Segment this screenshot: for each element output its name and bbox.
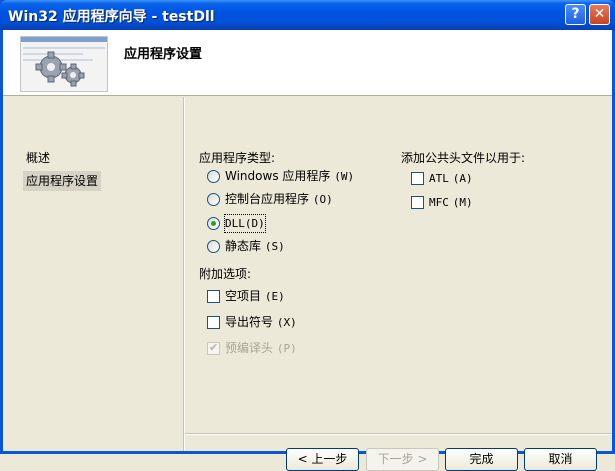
prev-button[interactable]: < 上一步 (286, 448, 359, 471)
help-button[interactable]: ? (565, 4, 586, 25)
settings-panel: 应用程序类型: Windows 应用程序 (W) 控制台应用程序 (O) DLL… (185, 97, 612, 471)
wizard-header: 应用程序设置 (3, 30, 612, 96)
nav-item-app-settings[interactable]: 应用程序设置 (23, 171, 102, 191)
finish-button[interactable]: 完成 (445, 448, 518, 471)
app-type-label: 应用程序类型: (199, 151, 276, 165)
next-button: 下一步 > (366, 448, 439, 471)
extra-options-label: 附加选项: (199, 267, 252, 281)
close-button[interactable]: ✕ (589, 4, 610, 25)
common-headers-label: 添加公共头文件以用于: (401, 151, 526, 165)
checkbox-icon (411, 172, 424, 185)
wizard-window: Win32 应用程序向导 - testDll ? ✕ 应用程序设置 概述 应用程… (0, 0, 615, 471)
dialog-body: 应用程序设置 概述 应用程序设置 应用程序类型: Windows 应用程序 (W… (3, 30, 612, 471)
radio-icon (207, 170, 220, 183)
checkbox-checked-icon: ✔ (207, 341, 220, 355)
radio-selected-icon (207, 217, 220, 230)
radio-icon (207, 240, 220, 253)
nav-item-overview[interactable]: 概述 (23, 148, 53, 168)
checkbox-icon (207, 290, 220, 303)
gears-icon (20, 36, 108, 92)
button-divider (185, 433, 612, 435)
checkbox-icon (411, 196, 424, 209)
cancel-button[interactable]: 取消 (524, 448, 597, 471)
window-title: Win32 应用程序向导 - testDll (8, 9, 215, 25)
wizard-nav: 概述 应用程序设置 (3, 97, 183, 451)
checkbox-icon (207, 316, 220, 329)
page-title: 应用程序设置 (124, 47, 203, 62)
radio-icon (207, 193, 220, 206)
title-bar[interactable]: Win32 应用程序向导 - testDll ? ✕ (0, 0, 615, 30)
